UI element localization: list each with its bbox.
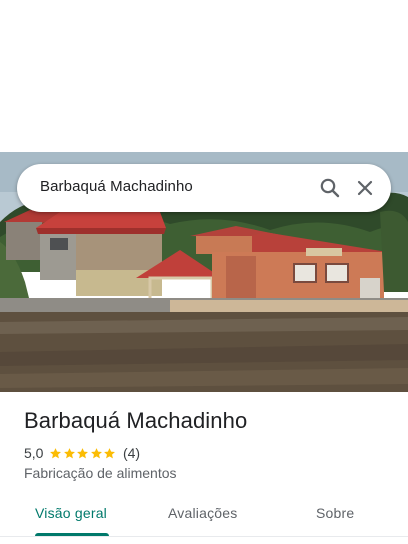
rating-value: 5,0 [24, 445, 44, 461]
star-icon [91, 447, 102, 458]
place-category: Fabricação de alimentos [24, 465, 177, 481]
close-icon[interactable] [353, 176, 377, 200]
map-blank-area [0, 0, 408, 152]
rating-row[interactable]: 5,0 (4) [24, 444, 140, 462]
place-title: Barbaquá Machadinho [24, 408, 248, 433]
star-rating [49, 447, 117, 460]
review-count[interactable]: (4) [123, 445, 140, 461]
search-icon[interactable] [318, 176, 342, 200]
search-bar[interactable]: Barbaquá Machadinho [17, 164, 391, 212]
place-tabs: Visão geral Avaliações Sobre [0, 490, 408, 544]
search-query-text[interactable]: Barbaquá Machadinho [40, 178, 193, 195]
star-icon [104, 447, 116, 458]
tab-overview[interactable]: Visão geral [35, 505, 107, 521]
star-icon [64, 447, 75, 458]
tab-reviews[interactable]: Avaliações [168, 505, 237, 521]
star-icon [50, 447, 62, 458]
star-icon [77, 447, 89, 458]
tab-about[interactable]: Sobre [316, 505, 354, 521]
tabs-divider [0, 536, 408, 537]
